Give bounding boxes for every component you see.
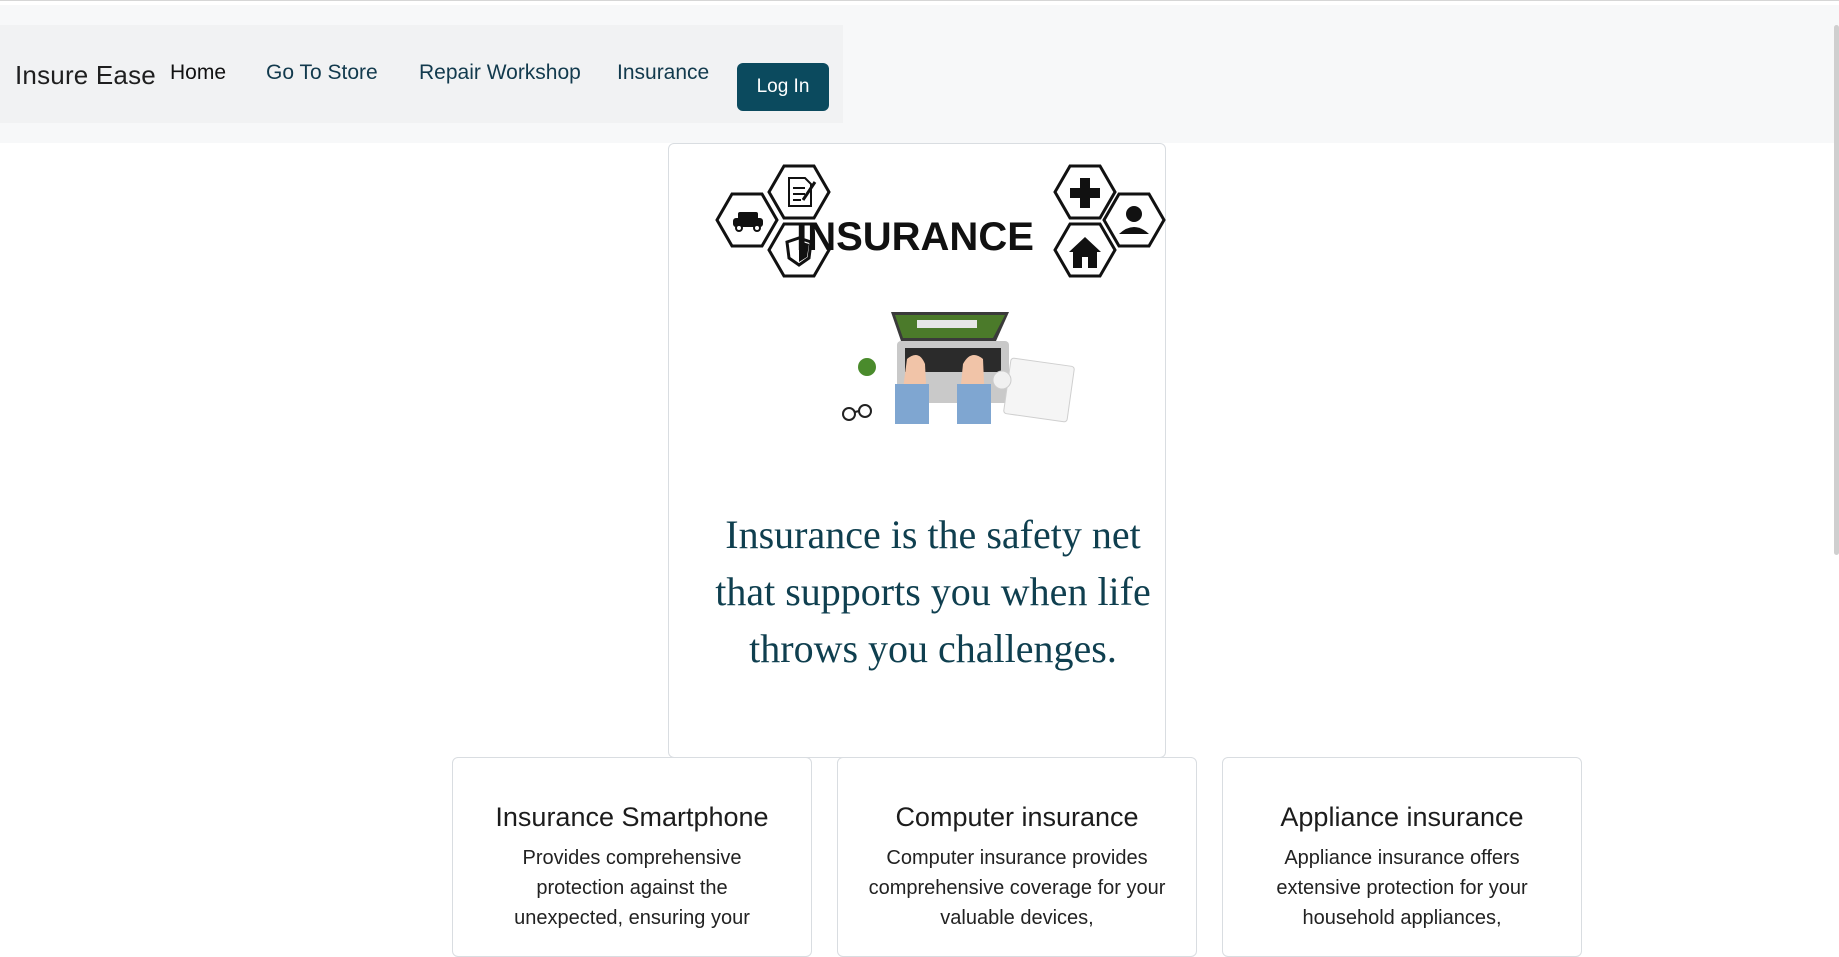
service-description: Appliance insurance offers extensive pro…	[1276, 847, 1528, 929]
insurance-logo-word: INSURANCE	[796, 215, 1034, 259]
scrollbar[interactable]	[1834, 25, 1839, 555]
brand-name[interactable]: Insure Ease	[15, 60, 156, 91]
document-hexagon-icon	[767, 164, 831, 220]
hero-card: INSURANCE Insurance is the safety net th…	[668, 143, 1166, 758]
service-card-appliance[interactable]: Appliance insurance Appliance insurance …	[1222, 757, 1582, 957]
laptop-illustration	[842, 312, 1075, 424]
nav-home[interactable]: Home	[170, 61, 226, 85]
service-description: Computer insurance provides comprehensiv…	[868, 847, 1166, 929]
service-description: Provides comprehensive protection agains…	[514, 847, 750, 929]
insurance-banner-image: INSURANCE	[715, 164, 1166, 424]
hero-tagline: Insurance is the safety net that support…	[715, 512, 1151, 671]
nav-insurance[interactable]: Insurance	[617, 61, 709, 85]
service-title: Insurance Smartphone	[495, 802, 769, 832]
nav-repair-workshop[interactable]: Repair Workshop	[419, 61, 581, 85]
service-card-smartphone[interactable]: Insurance Smartphone Provides comprehens…	[452, 757, 812, 957]
service-title: Appliance insurance	[1280, 802, 1524, 832]
nav-go-to-store[interactable]: Go To Store	[266, 61, 378, 85]
service-card-computer[interactable]: Computer insurance Computer insurance pr…	[837, 757, 1197, 957]
service-title: Computer insurance	[895, 802, 1139, 832]
login-button[interactable]: Log In	[737, 63, 829, 111]
